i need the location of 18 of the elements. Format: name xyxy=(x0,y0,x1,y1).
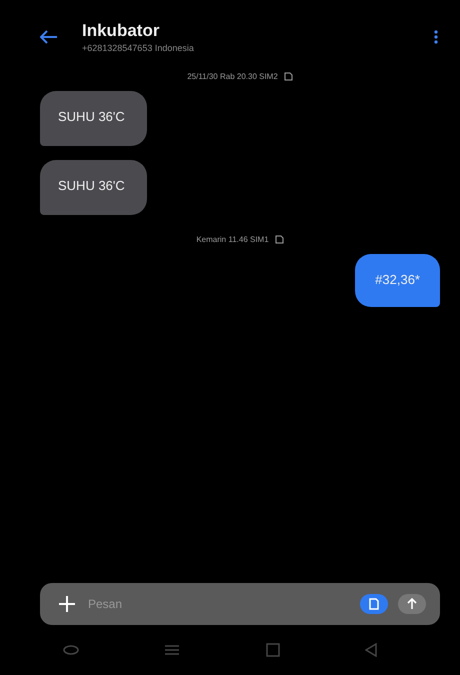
sent-message: #32,36* xyxy=(355,254,440,307)
sim-card-icon xyxy=(368,598,380,610)
sim-icon xyxy=(284,72,293,81)
sim-icon xyxy=(274,235,284,244)
contact-name: Inkubator xyxy=(82,21,160,41)
plus-icon[interactable] xyxy=(58,595,76,613)
message-input-field[interactable]: Pesan xyxy=(40,583,440,625)
arrow-up-icon xyxy=(406,598,418,610)
timestamp: Kemarin 11.46 SIM1 xyxy=(196,235,269,244)
timestamp: 25/11/30 Rab 20.30 SIM2 xyxy=(187,72,278,81)
back-arrow-icon[interactable] xyxy=(40,30,58,44)
sim-card-button[interactable] xyxy=(360,594,388,614)
message-input[interactable]: Pesan xyxy=(86,596,350,612)
received-message: SUHU 36'C xyxy=(40,160,147,215)
phone-number: +6281328547653 Indonesia xyxy=(82,43,195,53)
send-button[interactable] xyxy=(398,594,426,614)
more-options-icon[interactable] xyxy=(434,30,438,44)
received-message: SUHU 36'C xyxy=(40,91,147,146)
